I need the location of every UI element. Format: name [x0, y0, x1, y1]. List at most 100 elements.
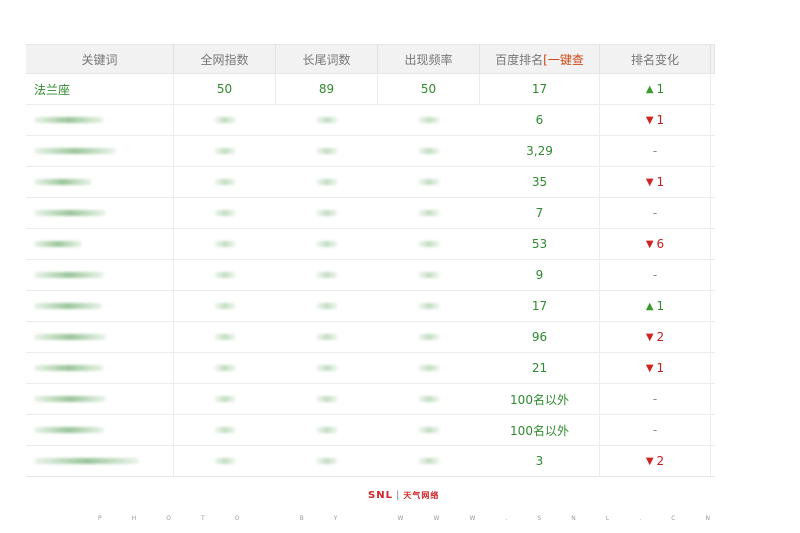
header-rank-change: 排名变化: [600, 45, 711, 73]
index-cell-redacted: [174, 322, 276, 352]
redacted-value: [315, 365, 338, 371]
credit-letter: P: [98, 515, 102, 522]
credit-letter: .: [639, 515, 642, 522]
longtail-cell-redacted: [276, 229, 378, 259]
credit-letter: O: [234, 515, 240, 522]
table-row: 53 ▼ 6: [26, 229, 715, 260]
redacted-keyword: [34, 365, 104, 371]
table-row: 17 ▲ 1: [26, 291, 715, 322]
rank-change-value: -: [652, 423, 658, 437]
credit-letter: B: [299, 515, 304, 522]
snl-logo-cn: 天气网络: [403, 491, 440, 500]
frequency-cell-redacted: [378, 167, 480, 197]
redacted-value: [315, 117, 338, 123]
snl-logo-separator: |: [395, 490, 401, 501]
index-cell-redacted: [174, 136, 276, 166]
credit-letter: Y: [333, 515, 338, 522]
overflow-cell: [711, 105, 715, 135]
redacted-value: [417, 334, 440, 340]
keyword-cell-redacted[interactable]: [26, 229, 174, 259]
redacted-value: [417, 303, 440, 309]
redacted-keyword: [34, 303, 102, 309]
keyword-cell-redacted[interactable]: [26, 415, 174, 445]
credit-letter: N: [705, 515, 710, 522]
arrow-down-icon: ▼: [645, 362, 654, 374]
longtail-cell-redacted: [276, 167, 378, 197]
redacted-value: [213, 117, 236, 123]
overflow-cell: [711, 260, 715, 290]
table-row: 法兰座 50 89 50 17 ▲ 1: [26, 74, 715, 105]
credit-letter: O: [166, 515, 171, 522]
redacted-value: [417, 365, 440, 371]
keyword-cell-redacted[interactable]: [26, 167, 174, 197]
snl-logo: SNL | 天气网络: [368, 490, 439, 501]
table-row: 100名以外 -: [26, 384, 715, 415]
rank-cell: 96: [480, 322, 600, 352]
rank-change-cell: ▼ 6: [600, 229, 711, 259]
overflow-cell: [711, 384, 715, 414]
overflow-cell: [711, 415, 715, 445]
rank-change-cell: ▼ 2: [600, 322, 711, 352]
rank-cell: 3: [480, 446, 600, 476]
redacted-value: [213, 210, 236, 216]
redacted-value: [213, 427, 236, 433]
longtail-cell-redacted: [276, 415, 378, 445]
redacted-keyword: [34, 117, 104, 123]
keyword-cell-redacted[interactable]: [26, 260, 174, 290]
arrow-up-icon: ▲: [645, 83, 654, 95]
arrow-down-icon: ▼: [645, 114, 654, 126]
rank-change-cell: -: [600, 260, 711, 290]
keyword-cell-redacted[interactable]: [26, 198, 174, 228]
keyword-cell-redacted[interactable]: [26, 291, 174, 321]
credit-letter: S: [537, 515, 542, 522]
rank-change-value: -: [652, 268, 658, 282]
one-click-check-link[interactable]: [一键查: [543, 51, 584, 68]
rank-change-cell: -: [600, 136, 711, 166]
redacted-value: [213, 303, 236, 309]
keyword-cell-redacted[interactable]: [26, 105, 174, 135]
redacted-value: [315, 427, 338, 433]
redacted-value: [417, 148, 440, 154]
keyword-cell-redacted[interactable]: [26, 136, 174, 166]
redacted-value: [417, 427, 440, 433]
keyword-cell-redacted[interactable]: [26, 322, 174, 352]
credit-letter: .: [505, 515, 508, 522]
rank-change-value: 6: [656, 237, 665, 251]
longtail-cell: 89: [276, 74, 378, 104]
rank-change-value: 1: [656, 82, 665, 96]
keyword-cell-redacted[interactable]: [26, 384, 174, 414]
redacted-keyword: [34, 179, 92, 185]
arrow-down-icon: ▼: [645, 238, 654, 250]
redacted-value: [315, 241, 338, 247]
keyword-cell-redacted[interactable]: [26, 353, 174, 383]
frequency-cell-redacted: [378, 291, 480, 321]
table-row: 9-: [26, 260, 715, 291]
redacted-value: [213, 396, 236, 402]
rank-cell: 7: [480, 198, 600, 228]
overflow-cell: [711, 136, 715, 166]
frequency-cell-redacted: [378, 353, 480, 383]
rank-cell: 17: [480, 74, 600, 104]
longtail-cell-redacted: [276, 260, 378, 290]
longtail-cell-redacted: [276, 198, 378, 228]
overflow-cell: [711, 74, 715, 104]
keyword-cell-redacted[interactable]: [26, 446, 174, 476]
photo-credit: P H O T O B Y W W W. S N L. C N: [98, 515, 710, 522]
rank-cell: 17: [480, 291, 600, 321]
redacted-value: [213, 179, 236, 185]
rank-change-value: 2: [656, 330, 665, 344]
rank-cell: 53: [480, 229, 600, 259]
frequency-cell: 50: [378, 74, 480, 104]
index-cell-redacted: [174, 415, 276, 445]
rank-change-cell: ▲ 1: [600, 74, 711, 104]
overflow-cell: [711, 229, 715, 259]
redacted-keyword: [34, 241, 82, 247]
rank-change-value: 1: [656, 175, 665, 189]
redacted-keyword: [34, 458, 139, 464]
rank-change-cell: ▼ 1: [600, 167, 711, 197]
header-keyword: 关键词: [26, 45, 174, 73]
redacted-value: [213, 148, 236, 154]
index-cell: 50: [174, 74, 276, 104]
keyword-cell[interactable]: 法兰座: [26, 74, 174, 104]
frequency-cell-redacted: [378, 229, 480, 259]
